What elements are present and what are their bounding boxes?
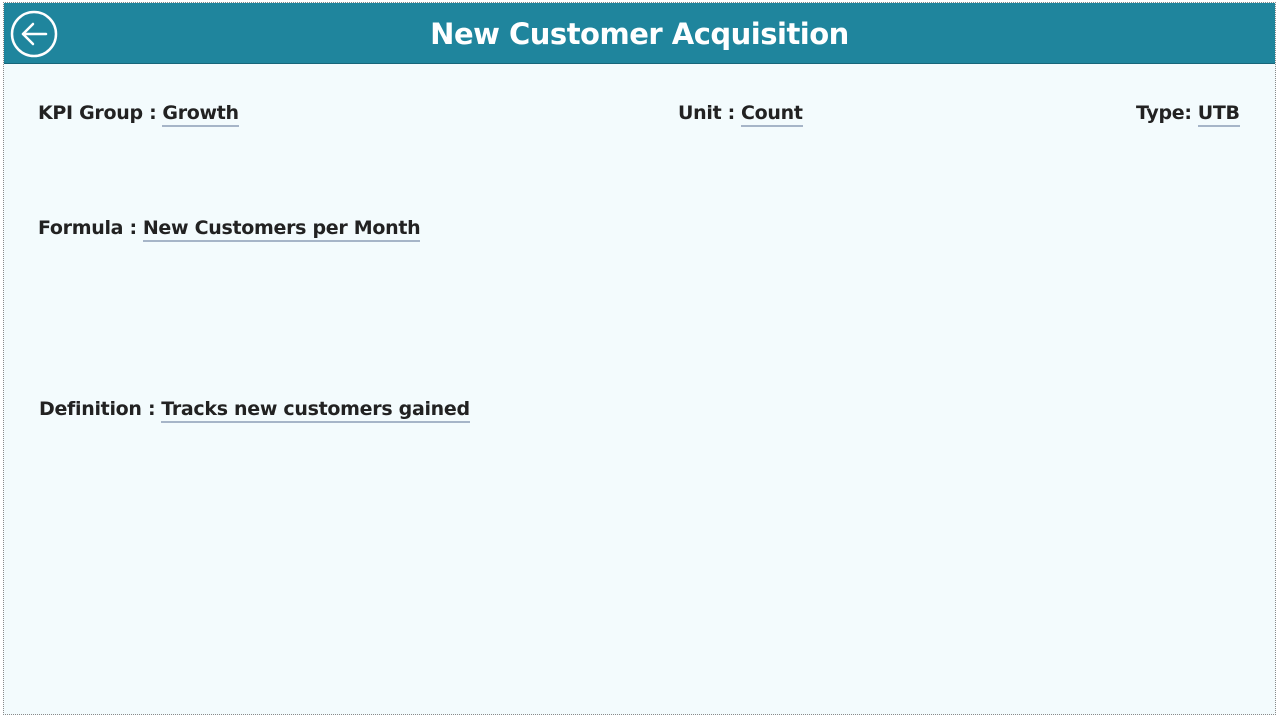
definition-value: Tracks new customers gained [161,398,470,423]
formula-label: Formula : [38,217,137,239]
type-field: Type: UTB [1136,102,1240,127]
unit-field: Unit : Count [678,102,803,127]
definition-label: Definition : [39,398,156,420]
unit-value: Count [740,102,803,127]
type-label: Type: [1136,102,1192,124]
page-title: New Customer Acquisition [430,17,849,51]
header-bar: New Customer Acquisition [4,3,1275,64]
arrow-left-circle-icon [10,10,58,58]
kpi-group-value: Growth [162,102,239,127]
type-value: UTB [1197,102,1240,127]
kpi-group-label: KPI Group : [38,102,157,124]
kpi-group-field: KPI Group : Growth [38,102,239,127]
kpi-detail-page: New Customer Acquisition KPI Group : Grow… [3,2,1276,715]
definition-field: Definition : Tracks new customers gained [39,398,470,423]
formula-value: New Customers per Month [142,217,421,242]
back-button[interactable] [10,10,58,58]
formula-field: Formula : New Customers per Month [38,217,421,242]
unit-label: Unit : [678,102,735,124]
